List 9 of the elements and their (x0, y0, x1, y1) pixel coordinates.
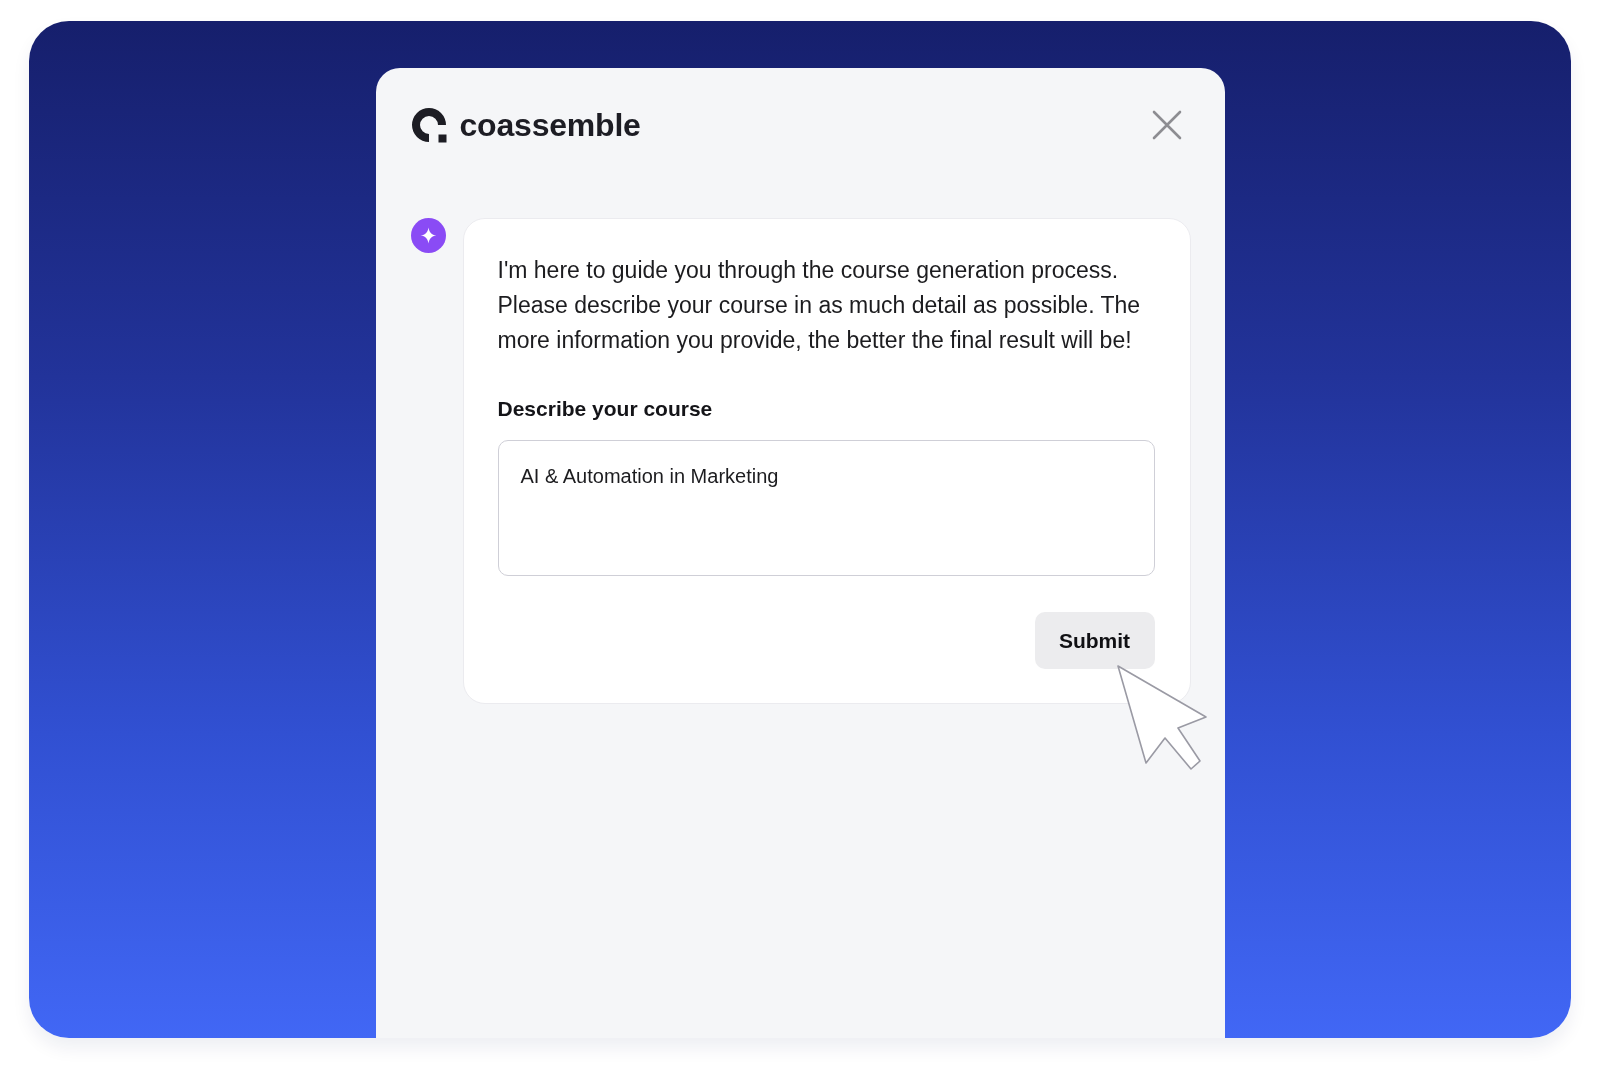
close-button[interactable] (1150, 109, 1183, 141)
field-label: Describe your course (497, 396, 714, 422)
sparkle-icon (410, 218, 446, 253)
submit-button[interactable]: Submit (1034, 612, 1155, 669)
logo-wordmark: coassemble (459, 107, 641, 143)
message-text: I'm here to guide you through the course generation process. Please describe your course in as much detail as possible. The more information you provide, the better the final result will be! (497, 256, 1142, 355)
course-description-field[interactable]: AI & Automation in Marketing (497, 440, 1155, 576)
logo-icon (410, 107, 447, 143)
close-icon (1151, 110, 1182, 140)
